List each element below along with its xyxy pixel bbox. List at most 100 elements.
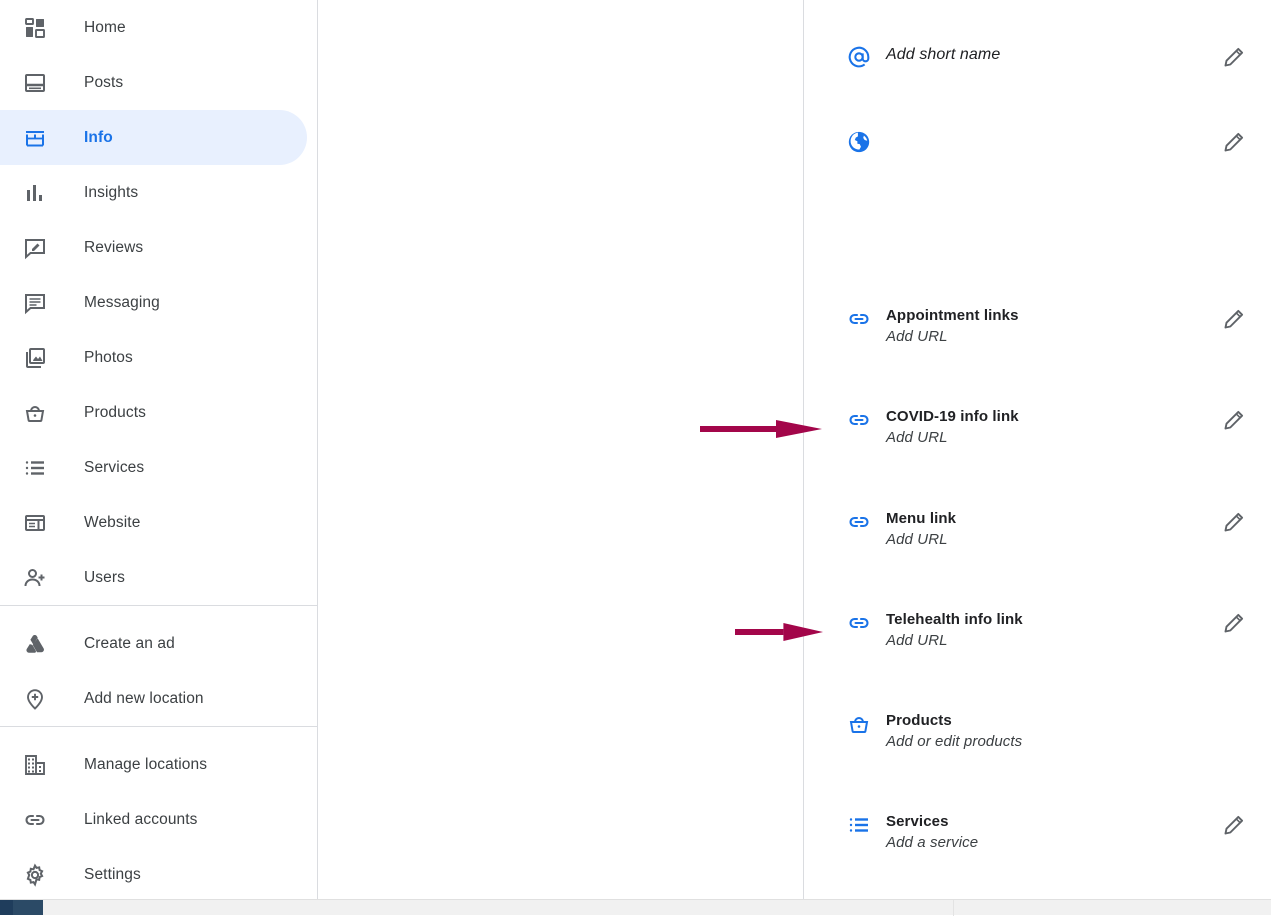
person-add-icon [22,565,48,591]
list-icon [22,455,48,481]
row-title: Appointment links [886,306,1211,326]
dashboard-icon [22,15,48,41]
sidebar-item-products[interactable]: Products [0,385,317,440]
edit-pencil-icon[interactable] [1221,306,1247,332]
sidebar-item-label: Create an ad [84,635,175,653]
row-subtitle: Add URL [886,427,1211,449]
services-row[interactable]: ServicesAdd a service [804,812,1271,854]
sidebar-item-linked-accounts[interactable]: Linked accounts [0,792,317,847]
sidebar-item-info[interactable]: Info [0,110,307,165]
link-icon [846,610,872,636]
sidebar-group-actions-nav: Create an ad Add new location [0,606,317,726]
link-icon [846,509,872,535]
info-middle-column [318,0,804,899]
scrollbar-thumb[interactable] [0,900,13,915]
website-row[interactable] [804,129,1271,155]
link-icon [846,306,872,332]
row-text-block: ServicesAdd a service [886,812,1211,854]
edit-pencil-icon[interactable] [1221,509,1247,535]
app-root: Home Posts Info Insights Reviews Messaging Pho… [0,0,1271,899]
photos-icon [22,345,48,371]
sidebar-item-home[interactable]: Home [0,0,317,55]
sidebar-item-label: Messaging [84,294,160,312]
sidebar-item-photos[interactable]: Photos [0,330,317,385]
row-subtitle: Add short name [886,44,1211,66]
horizontal-scrollbar[interactable] [0,899,1271,915]
edit-pencil-icon[interactable] [1221,812,1247,838]
row-title: Telehealth info link [886,610,1211,630]
scrollbar-track-seam [953,900,954,916]
link-icon [22,807,48,833]
appointment-links-row[interactable]: Appointment linksAdd URL [804,306,1271,348]
row-text-block: Telehealth info linkAdd URL [886,610,1211,652]
row-text-block: COVID-19 info linkAdd URL [886,407,1211,449]
message-icon [22,290,48,316]
row-subtitle: Add URL [886,630,1211,652]
globe-icon [846,129,872,155]
sidebar-group-management-nav: Manage locations Linked accounts Settings [0,727,317,902]
menu-link-row[interactable]: Menu linkAdd URL [804,509,1271,551]
covid-19-info-link-row[interactable]: COVID-19 info linkAdd URL [804,407,1271,449]
products-row[interactable]: ProductsAdd or edit products [804,711,1271,753]
edit-pencil-icon[interactable] [1221,610,1247,636]
sidebar-item-label: Add new location [84,690,204,708]
sidebar-item-services[interactable]: Services [0,440,317,495]
edit-pencil-icon[interactable] [1221,129,1247,155]
sidebar-item-add-new-location[interactable]: Add new location [0,671,317,726]
row-title: Services [886,812,1211,832]
google-ads-icon [22,631,48,657]
sidebar-item-manage-locations[interactable]: Manage locations [0,737,317,792]
telehealth-info-link-row[interactable]: Telehealth info linkAdd URL [804,610,1271,652]
row-text-block: ProductsAdd or edit products [886,711,1211,753]
row-title: COVID-19 info link [886,407,1211,427]
bar-chart-icon [22,180,48,206]
sidebar-item-label: Posts [84,74,123,92]
row-title: Menu link [886,509,1211,529]
sidebar-item-label: Products [84,404,146,422]
storefront-icon [22,125,48,151]
info-right-column: Add short name Appointment linksAdd URLC… [804,0,1271,899]
row-text-block [886,129,1211,151]
basket-icon [846,711,872,737]
sidebar-item-label: Website [84,514,140,532]
website-icon [22,510,48,536]
sidebar-item-create-an-ad[interactable]: Create an ad [0,616,317,671]
row-subtitle: Add or edit products [886,731,1211,753]
link-icon [846,407,872,433]
sidebar-item-label: Settings [84,866,141,884]
sidebar-item-reviews[interactable]: Reviews [0,220,317,275]
edit-pencil-icon[interactable] [1221,407,1247,433]
sidebar-item-label: Manage locations [84,756,207,774]
review-icon [22,235,48,261]
row-subtitle: Add URL [886,326,1211,348]
sidebar-item-label: Reviews [84,239,143,257]
sidebar-item-settings[interactable]: Settings [0,847,317,902]
edit-pencil-icon[interactable] [1221,44,1247,70]
sidebar-item-label: Photos [84,349,133,367]
sidebar-item-posts[interactable]: Posts [0,55,317,110]
row-text-block: Appointment linksAdd URL [886,306,1211,348]
short-name-row[interactable]: Add short name [804,44,1271,70]
scrollbar-thumb-secondary[interactable] [13,900,43,915]
sidebar-item-messaging[interactable]: Messaging [0,275,317,330]
row-title: Products [886,711,1211,731]
sidebar-item-insights[interactable]: Insights [0,165,317,220]
posts-icon [22,70,48,96]
list-icon [846,812,872,838]
sidebar-item-label: Linked accounts [84,811,198,829]
gear-icon [22,862,48,888]
row-subtitle: Add a service [886,832,1211,854]
sidebar-item-label: Insights [84,184,138,202]
sidebar-group-primary-nav: Home Posts Info Insights Reviews Messaging Pho… [0,0,317,605]
sidebar-item-label: Users [84,569,125,587]
row-text-block: Add short name [886,44,1211,66]
add-location-icon [22,686,48,712]
sidebar-item-website[interactable]: Website [0,495,317,550]
row-text-block: Menu linkAdd URL [886,509,1211,551]
row-subtitle [886,129,1211,151]
at-sign-icon [846,44,872,70]
basket-icon [22,400,48,426]
sidebar-nav: Home Posts Info Insights Reviews Messaging Pho… [0,0,318,899]
sidebar-item-users[interactable]: Users [0,550,317,605]
sidebar-item-label: Services [84,459,144,477]
